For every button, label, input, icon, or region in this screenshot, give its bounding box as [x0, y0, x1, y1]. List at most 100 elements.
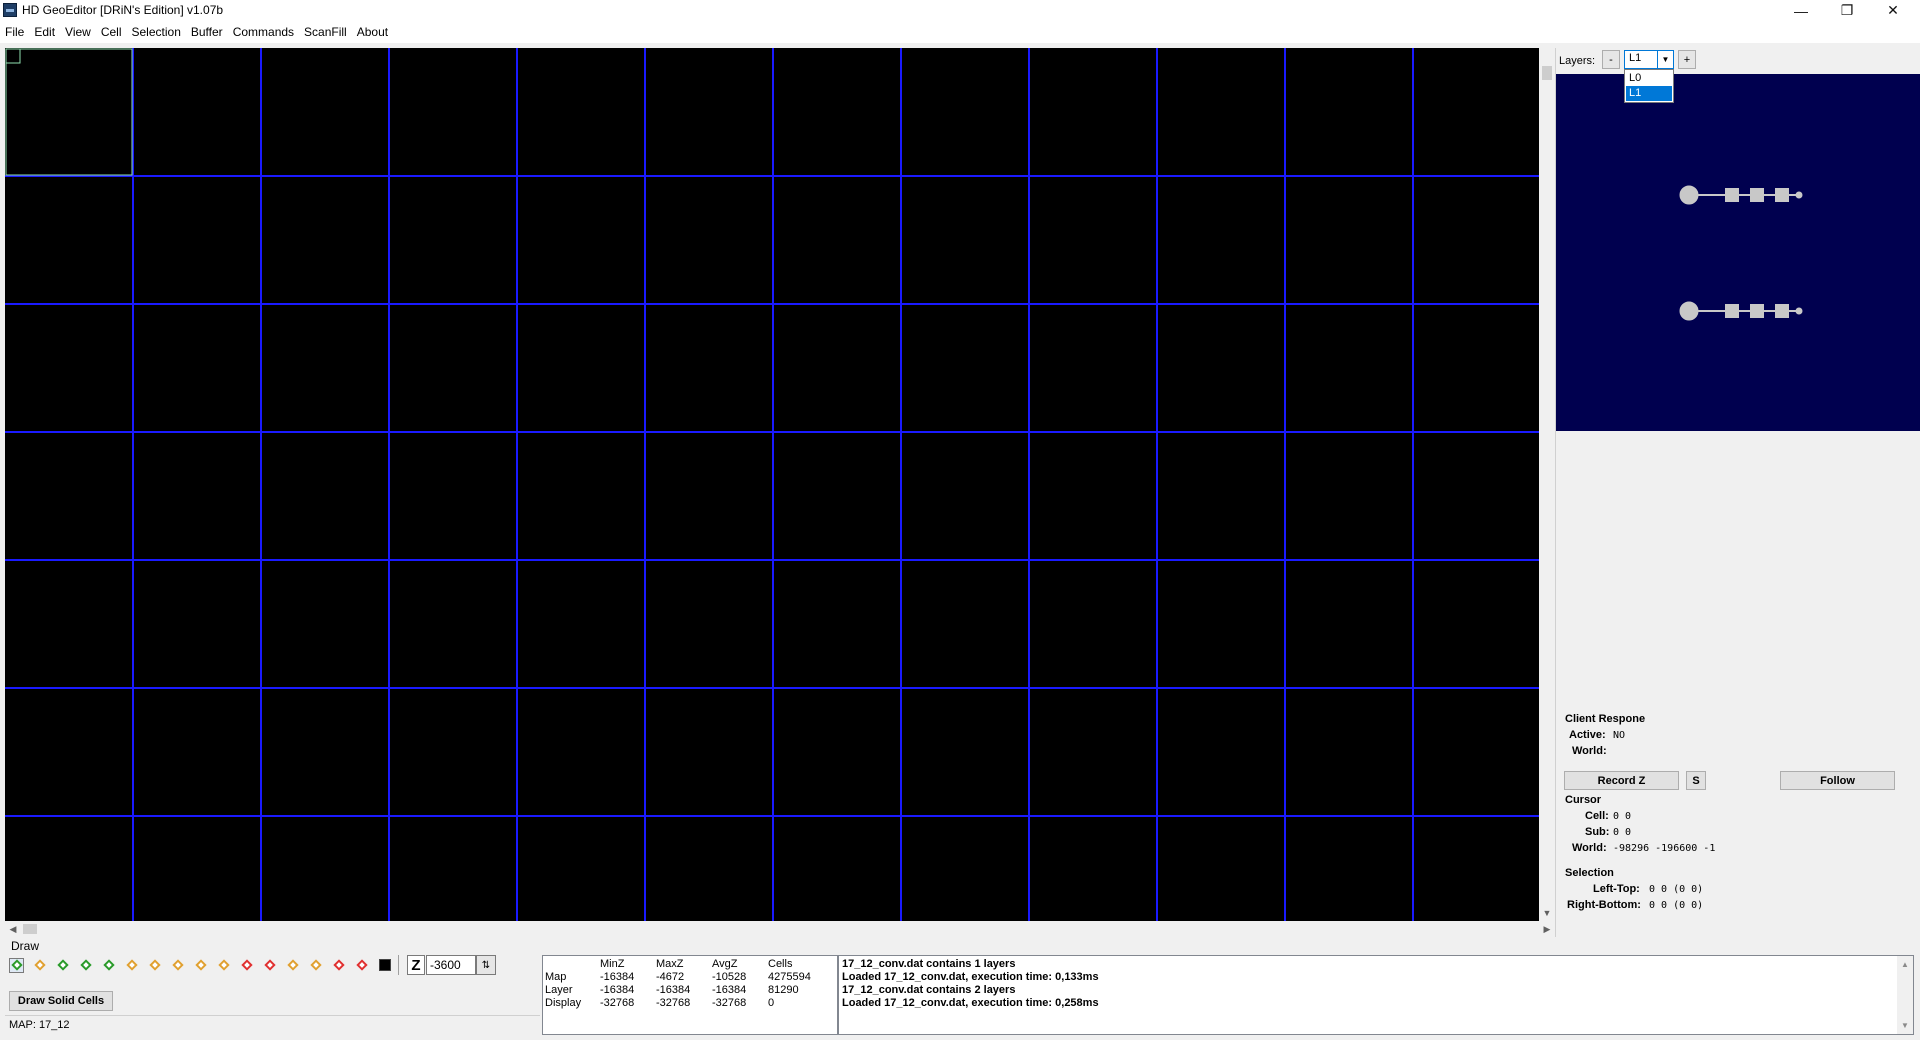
client-active-label: Active:	[1569, 729, 1606, 741]
menu-view[interactable]: View	[60, 25, 96, 39]
cursor-cell-value: 0 0	[1613, 811, 1632, 822]
add-layer-button[interactable]: +	[1678, 50, 1696, 69]
menu-edit[interactable]: Edit	[29, 25, 60, 39]
log-output[interactable]: 17_12_conv.dat contains 1 layers Loaded …	[838, 955, 1914, 1035]
draw-tool-14-icon[interactable]	[308, 958, 323, 973]
minimap-feature	[1679, 301, 1803, 321]
horizontal-scroll-thumb[interactable]	[23, 924, 37, 934]
stats-cell: -32768	[712, 997, 747, 1009]
draw-tool-13-icon[interactable]	[285, 958, 300, 973]
scroll-right-arrow-icon[interactable]: ▶	[1539, 921, 1555, 937]
layer-dropdown-list: L0 L1	[1624, 69, 1674, 103]
stats-cell: -16384	[656, 984, 691, 996]
menu-cell[interactable]: Cell	[96, 25, 127, 39]
stats-cell: 4275594	[768, 971, 811, 983]
scroll-up-arrow-icon[interactable]: ▲	[1897, 957, 1913, 971]
cursor-world-label: World:	[1572, 842, 1607, 854]
draw-tool-4-icon[interactable]	[78, 958, 93, 973]
menu-file[interactable]: File	[0, 25, 29, 39]
draw-label: Draw	[11, 939, 40, 953]
minimap[interactable]	[1556, 74, 1920, 431]
app-icon	[3, 3, 17, 17]
menu-commands[interactable]: Commands	[228, 25, 299, 39]
draw-tool-10-icon[interactable]	[216, 958, 231, 973]
stats-cell: 81290	[768, 984, 799, 996]
z-spinner-icon[interactable]: ⇅	[476, 955, 496, 975]
log-line: Loaded 17_12_conv.dat, execution time: 0…	[842, 971, 1099, 983]
minimap-drawing	[1679, 185, 1803, 321]
stats-cell: -4672	[656, 971, 685, 983]
draw-tool-11-icon[interactable]	[239, 958, 254, 973]
close-button[interactable]: ✕	[1870, 0, 1916, 21]
stats-header-maxz: MaxZ	[656, 958, 684, 970]
draw-tool-12-icon[interactable]	[262, 958, 277, 973]
cursor-cell-label: Cell:	[1585, 810, 1609, 822]
menu-about[interactable]: About	[352, 25, 393, 39]
stats-cell: -16384	[600, 984, 635, 996]
draw-tool-8-icon[interactable]	[170, 958, 185, 973]
draw-tool-15-icon[interactable]	[331, 958, 346, 973]
selection-left-top-label: Left-Top:	[1593, 883, 1640, 895]
client-response-title: Client Respone	[1565, 713, 1646, 725]
scroll-down-arrow-icon[interactable]: ▼	[1897, 1018, 1913, 1032]
cursor-sub-label: Sub:	[1585, 826, 1610, 838]
draw-tool-7-icon[interactable]	[147, 958, 162, 973]
chevron-down-icon[interactable]: ▼	[1657, 51, 1673, 68]
layers-label: Layers:	[1559, 55, 1596, 67]
follow-button[interactable]: Follow	[1780, 771, 1895, 790]
draw-tool-2-icon[interactable]	[32, 958, 47, 973]
menu-bar: File Edit View Cell Selection Buffer Com…	[0, 21, 1920, 43]
selection-right-bottom-label: Right-Bottom:	[1567, 899, 1641, 911]
stats-cell: -16384	[712, 984, 747, 996]
draw-tool-3-icon[interactable]	[55, 958, 70, 973]
remove-layer-button[interactable]: -	[1602, 50, 1620, 69]
menu-scanfill[interactable]: ScanFill	[299, 25, 352, 39]
selection-left-top-value: 0 0 (0 0)	[1649, 884, 1704, 895]
cursor-title: Cursor	[1565, 794, 1602, 806]
menu-buffer[interactable]: Buffer	[186, 25, 228, 39]
title-bar	[0, 0, 1920, 21]
draw-tool-1-icon[interactable]	[9, 957, 24, 973]
stats-cell: -10528	[712, 971, 747, 983]
map-status-label: MAP: 17_12	[9, 1019, 70, 1031]
z-value-input[interactable]: -3600	[426, 955, 476, 975]
layer-option-l0[interactable]: L0	[1626, 71, 1672, 86]
stats-header-minz: MinZ	[600, 958, 625, 970]
draw-tool-9-icon[interactable]	[193, 958, 208, 973]
map-vertical-scrollbar[interactable]	[1539, 48, 1555, 921]
draw-tool-6-icon[interactable]	[124, 958, 139, 973]
vertical-scroll-thumb[interactable]	[1542, 66, 1552, 80]
layer-option-l1[interactable]: L1	[1626, 86, 1672, 101]
map-horizontal-scrollbar[interactable]	[5, 921, 1539, 937]
stats-cell: -32768	[656, 997, 691, 1009]
draw-tool-5-icon[interactable]	[101, 958, 116, 973]
stats-row-label: Layer	[545, 984, 573, 996]
stats-panel: MinZ MaxZ AvgZ Cells Map -16384 -4672 -1…	[542, 955, 838, 1035]
map-grid[interactable]	[5, 48, 1539, 921]
s-button[interactable]: S	[1686, 771, 1706, 790]
menu-selection[interactable]: Selection	[127, 25, 186, 39]
selection-right-bottom-value: 0 0 (0 0)	[1649, 900, 1704, 911]
restore-button[interactable]: ❐	[1824, 0, 1870, 21]
scroll-left-arrow-icon[interactable]: ◀	[5, 921, 21, 937]
stats-cell: -16384	[600, 971, 635, 983]
cursor-subcell-outline	[5, 48, 21, 64]
minimize-button[interactable]: —	[1778, 0, 1824, 21]
layer-select-value: L1	[1629, 52, 1642, 64]
log-line: 17_12_conv.dat contains 2 layers	[842, 984, 1016, 996]
selected-cell-outline	[5, 48, 133, 176]
stats-row-label: Map	[545, 971, 567, 983]
map-canvas[interactable]	[5, 48, 1539, 921]
draw-tool-16-icon[interactable]	[354, 958, 369, 973]
window-title: HD GeoEditor [DRiN's Edition] v1.07b	[22, 3, 224, 17]
draw-tools-toolbar	[9, 956, 400, 974]
minimap-feature	[1679, 185, 1803, 205]
z-toggle-button[interactable]: Z	[407, 955, 425, 975]
cursor-sub-value: 0 0	[1613, 827, 1632, 838]
record-z-button[interactable]: Record Z	[1564, 771, 1679, 790]
cursor-world-value: -98296 -196600 -1	[1613, 843, 1716, 854]
stats-header-avgz: AvgZ	[712, 958, 738, 970]
draw-solid-cells-button[interactable]: Draw Solid Cells	[9, 991, 113, 1011]
scroll-down-arrow-icon[interactable]: ▼	[1539, 905, 1555, 921]
solid-fill-tool-icon[interactable]	[377, 958, 392, 973]
